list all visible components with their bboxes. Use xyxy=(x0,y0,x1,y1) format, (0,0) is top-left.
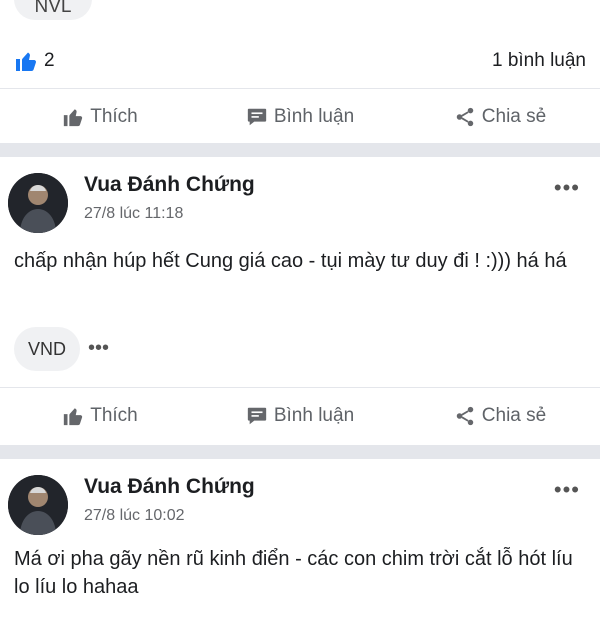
post-text: Má ơi pha gãy nền rũ kinh điển - các con… xyxy=(14,548,573,598)
thumbs-up-icon xyxy=(64,408,83,426)
like-button[interactable]: Thích xyxy=(0,405,200,427)
comment-icon xyxy=(247,108,267,126)
post-0: NVL 2 1 bình luận Thích Bình luận Chia s… xyxy=(0,0,600,143)
post-2: Vua Đánh Chứng 27/8 lúc 10:02 ••• Má ơi … xyxy=(0,459,600,619)
post-0-actions: Thích Bình luận Chia sẻ xyxy=(0,88,600,145)
avatar[interactable] xyxy=(8,173,68,233)
post-time[interactable]: 27/8 lúc 11:18 xyxy=(84,205,183,223)
avatar-image xyxy=(8,173,68,233)
post-divider xyxy=(0,143,600,157)
author-name[interactable]: Vua Đánh Chứng xyxy=(84,475,255,499)
avatar-image xyxy=(8,475,68,535)
comment-count[interactable]: 1 bình luận xyxy=(492,50,586,72)
post-header: Vua Đánh Chứng 27/8 lúc 11:18 ••• xyxy=(0,157,600,233)
stock-tag[interactable]: VND xyxy=(14,327,80,371)
post-1-actions: Thích Bình luận Chia sẻ xyxy=(0,387,600,444)
share-button[interactable]: Chia sẻ xyxy=(400,106,600,128)
share-icon xyxy=(456,107,474,127)
like-label: Thích xyxy=(90,405,138,426)
like-label: Thích xyxy=(90,106,138,127)
tag-more-icon[interactable]: ••• xyxy=(88,337,109,360)
thumbs-up-icon xyxy=(64,109,83,127)
comment-button[interactable]: Bình luận xyxy=(200,405,400,427)
stock-tag[interactable]: NVL xyxy=(14,0,92,20)
like-button[interactable]: Thích xyxy=(0,106,200,128)
more-options-icon[interactable]: ••• xyxy=(554,477,580,503)
post-divider xyxy=(0,445,600,459)
post-text: chấp nhận húp hết Cung giá cao - tụi mày… xyxy=(14,250,567,272)
like-badge-icon xyxy=(16,52,36,71)
post-1: Vua Đánh Chứng 27/8 lúc 11:18 ••• chấp n… xyxy=(0,157,600,445)
comment-label: Bình luận xyxy=(273,405,355,426)
share-button[interactable]: Chia sẻ xyxy=(400,405,600,427)
more-options-icon[interactable]: ••• xyxy=(554,175,580,201)
post-header: Vua Đánh Chứng 27/8 lúc 10:02 ••• xyxy=(0,459,600,535)
author-name[interactable]: Vua Đánh Chứng xyxy=(84,173,255,197)
post-time[interactable]: 27/8 lúc 10:02 xyxy=(84,507,185,525)
comment-icon xyxy=(247,407,267,425)
avatar[interactable] xyxy=(8,475,68,535)
comment-button[interactable]: Bình luận xyxy=(200,106,400,128)
comment-label: Bình luận xyxy=(273,106,355,127)
share-label: Chia sẻ xyxy=(481,106,547,127)
share-label: Chia sẻ xyxy=(481,405,547,426)
reaction-summary: 2 1 bình luận xyxy=(14,46,586,76)
reaction-count[interactable]: 2 xyxy=(44,50,55,72)
share-icon xyxy=(456,406,474,426)
